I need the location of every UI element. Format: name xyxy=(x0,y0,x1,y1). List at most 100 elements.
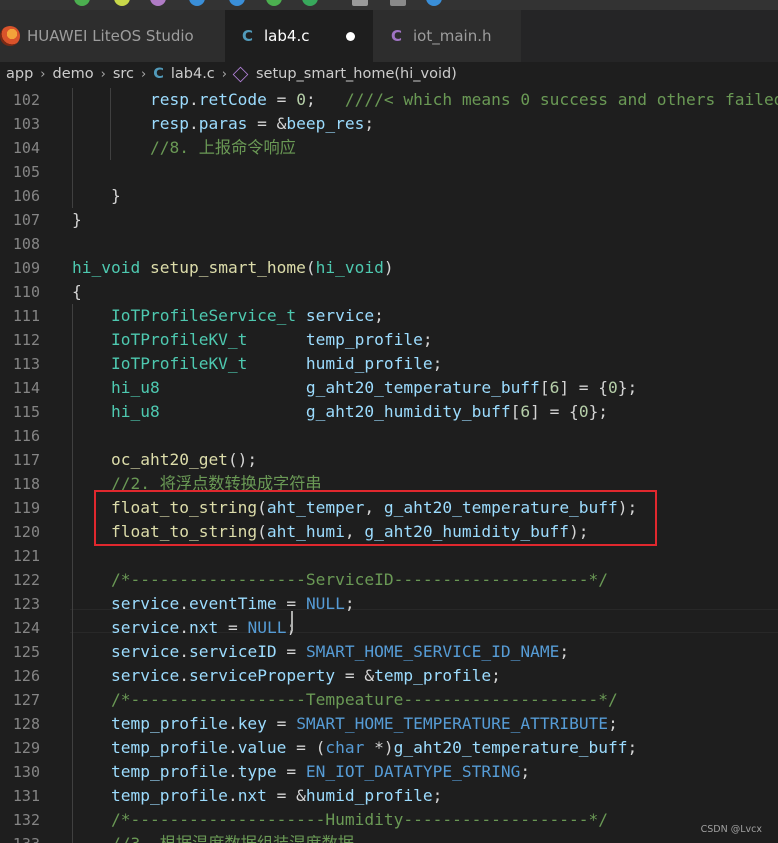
code-token: ; xyxy=(344,594,355,613)
line-number: 108 xyxy=(12,235,40,253)
code-token: g_aht20_temperature_buff xyxy=(305,378,540,397)
code-editor[interactable]: 102 resp.retCode = 0; ////< which means … xyxy=(0,88,778,843)
code-line[interactable]: 133 //3. 根据温度数据组装湿度数据 xyxy=(0,832,778,843)
code-line[interactable]: 110 { xyxy=(0,280,778,304)
breadcrumb-item-src[interactable]: src xyxy=(113,66,134,82)
tab-iot-main-h[interactable]: C iot_main.h xyxy=(373,10,521,62)
toolbar-flash-icon[interactable] xyxy=(114,0,130,6)
code-line[interactable]: 114 hi_u8 g_aht20_temperature_buff[6] = … xyxy=(0,376,778,400)
line-number: 127 xyxy=(12,691,40,709)
code-line[interactable]: 126 service.serviceProperty = &temp_prof… xyxy=(0,664,778,688)
code-line[interactable]: 122 /*------------------ServiceID-------… xyxy=(0,568,778,592)
breadcrumb-item-demo[interactable]: demo xyxy=(53,66,94,82)
code-token: /*------------------Tempeature----------… xyxy=(110,690,618,709)
code-line[interactable]: 125 service.serviceID = SMART_HOME_SERVI… xyxy=(0,640,778,664)
toolbar-device-icon[interactable] xyxy=(390,0,406,6)
code-line[interactable]: 107} xyxy=(0,208,778,232)
code-line[interactable]: 131 temp_profile.nxt = &humid_profile; xyxy=(0,784,778,808)
code-line[interactable]: 116 xyxy=(0,424,778,448)
toolbar-reset-icon[interactable] xyxy=(189,0,205,6)
code-token: . xyxy=(188,114,199,133)
code-token: }; xyxy=(617,378,638,397)
code-line[interactable]: 103 resp.paras = &beep_res; xyxy=(0,112,778,136)
code-line[interactable]: 128 temp_profile.key = SMART_HOME_TEMPER… xyxy=(0,712,778,736)
code-token: /*--------------------Humidity----------… xyxy=(110,810,609,829)
line-number: 105 xyxy=(12,163,40,181)
code-token: NULL xyxy=(305,594,345,613)
code-line[interactable]: 104 //8. 上报命令响应 xyxy=(0,136,778,160)
code-token: 0 xyxy=(296,90,306,109)
code-line[interactable]: 124 service.nxt = NULL; xyxy=(0,616,778,640)
breadcrumb-item-file[interactable]: lab4.c xyxy=(171,66,215,82)
code-token: nxt xyxy=(237,786,267,805)
toolbar-debug-icon[interactable] xyxy=(150,0,166,6)
code-token: = & xyxy=(266,786,306,805)
breadcrumb-item-app[interactable]: app xyxy=(6,66,33,82)
code-token: = xyxy=(276,642,306,661)
code-line[interactable]: 129 temp_profile.value = (char *)g_aht20… xyxy=(0,736,778,760)
line-number: 120 xyxy=(12,523,40,541)
code-line[interactable]: 108 xyxy=(0,232,778,256)
code-token: temp_profile xyxy=(374,666,492,685)
code-line[interactable]: 121 xyxy=(0,544,778,568)
code-line[interactable]: 102 resp.retCode = 0; ////< which means … xyxy=(0,88,778,112)
code-line[interactable]: 130 temp_profile.type = EN_IOT_DATATYPE_… xyxy=(0,760,778,784)
code-line[interactable]: 127 /*------------------Tempeature------… xyxy=(0,688,778,712)
code-token: eventTime xyxy=(188,594,277,613)
toolbar-monitor-icon[interactable] xyxy=(352,0,368,6)
chevron-right-icon: › xyxy=(40,66,46,82)
line-number: 131 xyxy=(12,787,40,805)
editor-tab-bar: HUAWEI LiteOS Studio C lab4.c C iot_main… xyxy=(0,10,778,62)
tab-lab4-c[interactable]: C lab4.c xyxy=(225,10,373,62)
toolbar-stop-icon[interactable] xyxy=(229,0,245,6)
code-token: ; xyxy=(432,786,443,805)
code-token: g_aht20_temperature_buff xyxy=(393,738,628,757)
code-line[interactable]: 112 IoTProfileKV_t temp_profile; xyxy=(0,328,778,352)
code-token: IoTProfileKV_t xyxy=(110,330,248,349)
code-line[interactable]: 111 IoTProfileService_t service; xyxy=(0,304,778,328)
code-text: IoTProfileKV_t temp_profile; xyxy=(72,328,433,352)
code-line[interactable]: 115 hi_u8 g_aht20_humidity_buff[6] = {0}… xyxy=(0,400,778,424)
code-line[interactable]: 106 } xyxy=(0,184,778,208)
code-line[interactable]: 105 xyxy=(0,160,778,184)
code-line[interactable]: 132 /*--------------------Humidity------… xyxy=(0,808,778,832)
toolbar-build-icon[interactable] xyxy=(74,0,90,6)
code-line[interactable]: 117 oc_aht20_get(); xyxy=(0,448,778,472)
code-token: . xyxy=(179,666,189,685)
line-number: 123 xyxy=(12,595,40,613)
code-token: /*------------------ServiceID-----------… xyxy=(110,570,609,589)
code-token: service xyxy=(110,618,180,637)
tab-liteos-studio[interactable]: HUAWEI LiteOS Studio xyxy=(0,10,225,62)
code-text: hi_u8 g_aht20_humidity_buff[6] = {0}; xyxy=(72,400,608,424)
code-line[interactable]: 113 IoTProfileKV_t humid_profile; xyxy=(0,352,778,376)
toolbar-play-icon[interactable] xyxy=(302,0,318,6)
code-token: ; xyxy=(608,714,618,733)
code-text: temp_profile.key = SMART_HOME_TEMPERATUR… xyxy=(72,712,618,736)
tab-label: HUAWEI LiteOS Studio xyxy=(27,27,194,45)
code-line[interactable]: 123 service.eventTime = NULL; xyxy=(0,592,778,616)
code-token: ( xyxy=(305,258,316,277)
unsaved-dot-icon[interactable] xyxy=(346,32,355,41)
code-token: service xyxy=(110,642,180,661)
code-token: = ( xyxy=(286,738,326,757)
breadcrumb-item-symbol[interactable]: setup_smart_home(hi_void) xyxy=(256,66,457,82)
line-number: 102 xyxy=(12,91,40,109)
line-number: 103 xyxy=(12,115,40,133)
toolbar-run-icon[interactable] xyxy=(266,0,282,6)
code-token: setup_smart_home xyxy=(149,258,306,277)
line-number: 129 xyxy=(12,739,40,757)
c-file-icon: C xyxy=(242,27,254,45)
code-line[interactable]: 109 hi_void setup_smart_home(hi_void) xyxy=(0,256,778,280)
code-token: } xyxy=(72,186,121,205)
toolbar-settings-icon[interactable] xyxy=(426,0,442,6)
chevron-right-icon: › xyxy=(100,66,106,82)
